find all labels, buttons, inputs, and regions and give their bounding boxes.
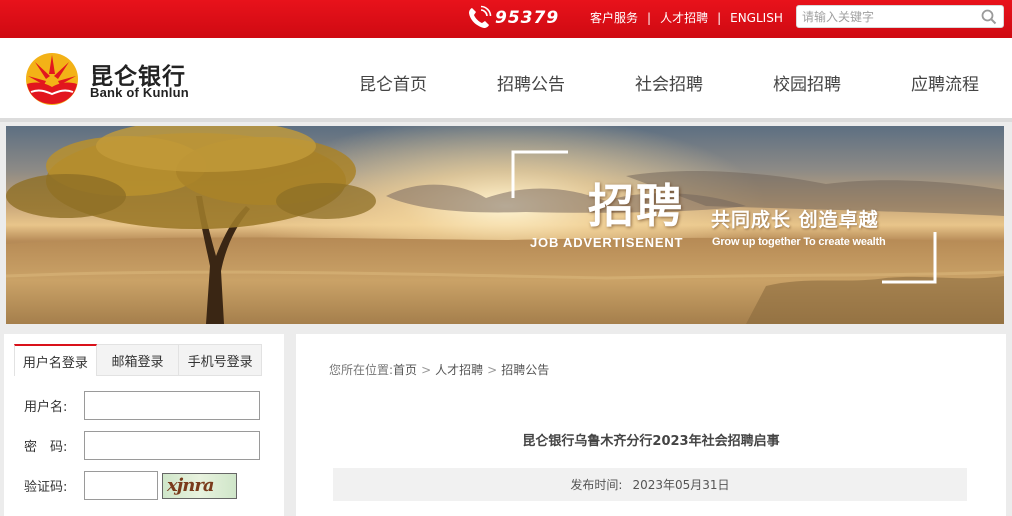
password-input[interactable] — [84, 431, 260, 460]
breadcrumb-announcements[interactable]: 招聘公告 — [501, 363, 549, 377]
separator: | — [647, 10, 652, 25]
site-header: 昆仑银行 Bank of Kunlun 昆仑首页 招聘公告 社会招聘 校园招聘 … — [0, 38, 1012, 122]
password-row: 密 码: — [24, 431, 260, 460]
publish-date: 2023年05月31日 — [632, 478, 730, 492]
breadcrumb-home[interactable]: 首页 — [393, 363, 417, 377]
captcha-input[interactable] — [84, 471, 158, 500]
search-icon[interactable] — [981, 9, 997, 25]
phone-icon — [469, 5, 492, 28]
banner-subtitle-en: JOB ADVERTISENENT — [530, 235, 684, 250]
top-link-recruitment[interactable]: 人才招聘 — [660, 9, 708, 26]
recruitment-banner: 招聘 共同成长 创造卓越 JOB ADVERTISENENT Grow up t… — [6, 126, 1004, 324]
tab-email-login[interactable]: 邮箱登录 — [96, 344, 180, 376]
search-input[interactable] — [797, 6, 973, 28]
breadcrumb: 您所在位置:首页 > 人才招聘 > 招聘公告 — [329, 361, 549, 378]
nav-item-announcements[interactable]: 招聘公告 — [497, 70, 565, 95]
username-input[interactable] — [84, 391, 260, 420]
top-link-english[interactable]: ENGLISH — [730, 11, 783, 25]
banner-slogan-cn: 共同成长 创造卓越 — [711, 209, 879, 231]
top-link-customer-service[interactable]: 客户服务 — [590, 9, 638, 26]
hotline: 95379 — [466, 4, 559, 32]
username-label: 用户名: — [24, 400, 68, 415]
banner-title: 招聘 — [588, 179, 684, 233]
captcha-text: xjnra — [167, 474, 214, 496]
top-bar: 95379 客户服务 | 人才招聘 | ENGLISH — [0, 0, 1012, 38]
tab-phone-login[interactable]: 手机号登录 — [179, 344, 263, 376]
brand-name-en: Bank of Kunlun — [90, 85, 189, 100]
breadcrumb-recruitment[interactable]: 人才招聘 — [435, 363, 483, 377]
captcha-row: 验证码: xjnra — [24, 471, 237, 500]
login-tabs: 用户名登录 邮箱登录 手机号登录 — [14, 344, 263, 376]
hotline-number: 95379 — [495, 8, 560, 28]
top-links: 客户服务 | 人才招聘 | ENGLISH — [590, 9, 783, 26]
chevron-right-icon: > — [421, 363, 432, 377]
breadcrumb-prefix: 您所在位置: — [329, 363, 394, 377]
nav-item-application-process[interactable]: 应聘流程 — [911, 70, 979, 95]
username-row: 用户名: — [24, 391, 260, 420]
banner-slogan-en: Grow up together To create wealth — [712, 236, 886, 248]
publish-info: 发布时间: 2023年05月31日 — [333, 468, 967, 501]
login-panel: 用户名登录 邮箱登录 手机号登录 用户名: 密 码: 验证码: xjnra — [4, 334, 284, 516]
captcha-image[interactable]: xjnra — [162, 472, 237, 499]
captcha-label: 验证码: — [24, 480, 68, 495]
publish-label: 发布时间: — [570, 478, 623, 492]
article-title: 昆仑银行乌鲁木齐分行2023年社会招聘启事 — [522, 434, 780, 449]
nav-item-social-recruitment[interactable]: 社会招聘 — [635, 70, 703, 95]
kunlun-logo-icon[interactable] — [25, 52, 79, 106]
password-label: 密 码: — [24, 440, 68, 455]
nav-item-home[interactable]: 昆仑首页 — [359, 70, 427, 95]
separator: | — [717, 10, 722, 25]
chevron-right-icon: > — [487, 363, 498, 377]
tab-username-login[interactable]: 用户名登录 — [14, 344, 97, 376]
article-panel: 您所在位置:首页 > 人才招聘 > 招聘公告 昆仑银行乌鲁木齐分行2023年社会招聘启事… — [296, 334, 1006, 516]
nav-item-campus-recruitment[interactable]: 校园招聘 — [773, 70, 841, 95]
search-box — [796, 5, 1004, 28]
